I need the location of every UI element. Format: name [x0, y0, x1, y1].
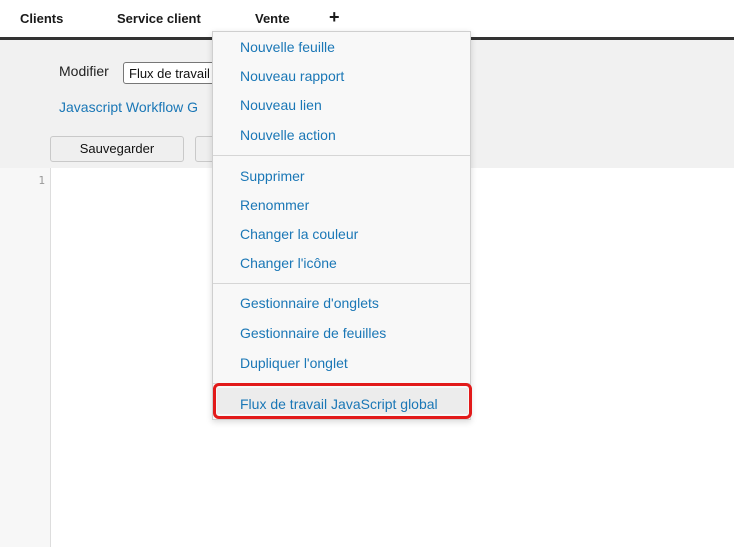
menu-item-gestionnaire-feuilles[interactable]: Gestionnaire de feuilles — [240, 325, 386, 341]
tab-service-client[interactable]: Service client — [117, 11, 201, 26]
menu-item-nouveau-lien[interactable]: Nouveau lien — [240, 97, 322, 113]
menu-item-dupliquer-onglet[interactable]: Dupliquer l'onglet — [240, 355, 348, 371]
menu-item-nouveau-rapport[interactable]: Nouveau rapport — [240, 68, 344, 84]
add-tab-icon[interactable]: + — [329, 7, 340, 28]
highlight-box — [213, 383, 472, 419]
menu-divider — [213, 155, 470, 156]
line-number: 1 — [38, 174, 45, 187]
menu-item-supprimer[interactable]: Supprimer — [240, 168, 305, 184]
menu-item-gestionnaire-onglets[interactable]: Gestionnaire d'onglets — [240, 295, 379, 311]
menu-divider — [213, 283, 470, 284]
save-button[interactable]: Sauvegarder — [50, 136, 184, 162]
menu-item-changer-couleur[interactable]: Changer la couleur — [240, 226, 358, 242]
menu-item-renommer[interactable]: Renommer — [240, 197, 309, 213]
workflow-link[interactable]: Javascript Workflow G — [59, 99, 198, 115]
editor-gutter: 1 — [0, 168, 51, 547]
tab-clients[interactable]: Clients — [20, 11, 63, 26]
tab-vente[interactable]: Vente — [255, 11, 290, 26]
modifier-label: Modifier — [59, 63, 109, 79]
menu-item-changer-icone[interactable]: Changer l'icône — [240, 255, 337, 271]
add-menu: Nouvelle feuille Nouveau rapport Nouveau… — [212, 31, 471, 420]
menu-item-nouvelle-action[interactable]: Nouvelle action — [240, 127, 336, 143]
menu-item-nouvelle-feuille[interactable]: Nouvelle feuille — [240, 39, 335, 55]
